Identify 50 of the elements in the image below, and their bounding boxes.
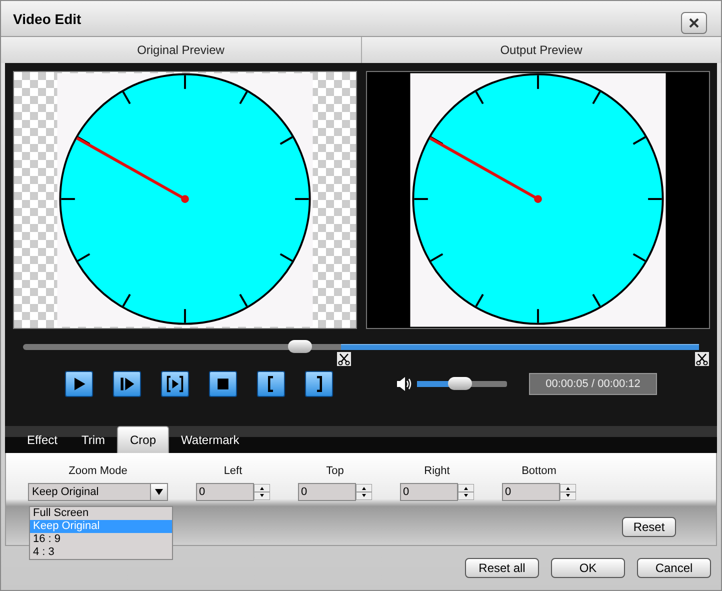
spin-up-icon [254,484,270,492]
zoom-mode-label: Zoom Mode [68,465,128,477]
tab[interactable]: Crop [117,426,170,453]
slider-thumb[interactable] [288,340,312,353]
number-field[interactable]: 0 [400,483,458,501]
window-title: Video Edit [13,10,82,26]
spin-down-icon [356,492,372,500]
bracketed-play-icon [166,375,184,393]
mark-out-button[interactable] [305,371,333,397]
step-forward-icon [118,375,136,393]
tab[interactable]: Effect [15,433,70,453]
dropdown-arrow-icon [155,489,163,495]
number-field[interactable]: 0 [196,483,254,501]
scissors-icon [695,352,709,366]
footer-button[interactable]: OK [551,558,625,578]
spin-up-icon [458,484,474,492]
field-label: Bottom [522,465,556,477]
spin-up-icon [356,484,372,492]
number-field[interactable]: 0 [298,483,356,501]
step-button[interactable] [113,371,141,397]
mark-in-button[interactable] [257,371,285,397]
stop-button[interactable] [209,371,237,397]
time-display: 00:00:05 / 00:00:12 [529,373,657,395]
field-label: Left [224,465,242,477]
spin-up-icon [560,484,576,492]
field-label: Right [424,465,450,477]
reset-button[interactable]: Reset [622,517,676,537]
speaker-icon [395,375,413,393]
zoom-mode-dropdown[interactable]: Keep Original [28,483,168,501]
footer-button[interactable]: Reset all [465,558,539,578]
dropdown-option[interactable]: Full Screen [30,507,172,520]
scissors-icon [336,352,351,366]
tab[interactable]: Watermark [169,433,252,453]
footer-button[interactable]: Cancel [637,558,711,578]
spin-down-icon [458,492,474,500]
tab[interactable]: Trim [69,433,118,453]
volume-thumb[interactable] [448,377,472,390]
field-label: Top [326,465,344,477]
right-bracket-icon [316,376,322,392]
frame-button[interactable] [161,371,189,397]
close-icon [688,16,700,28]
spin-down-icon [254,492,270,500]
number-field[interactable]: 0 [502,483,560,501]
left-bracket-icon [268,376,274,392]
close-button[interactable] [681,12,707,34]
dropdown-option[interactable]: 4 : 3 [30,546,172,559]
play-button[interactable] [65,371,93,397]
spin-down-icon [560,492,576,500]
dropdown-option[interactable]: 16 : 9 [30,533,172,546]
preview-header: Original Preview [136,42,226,59]
